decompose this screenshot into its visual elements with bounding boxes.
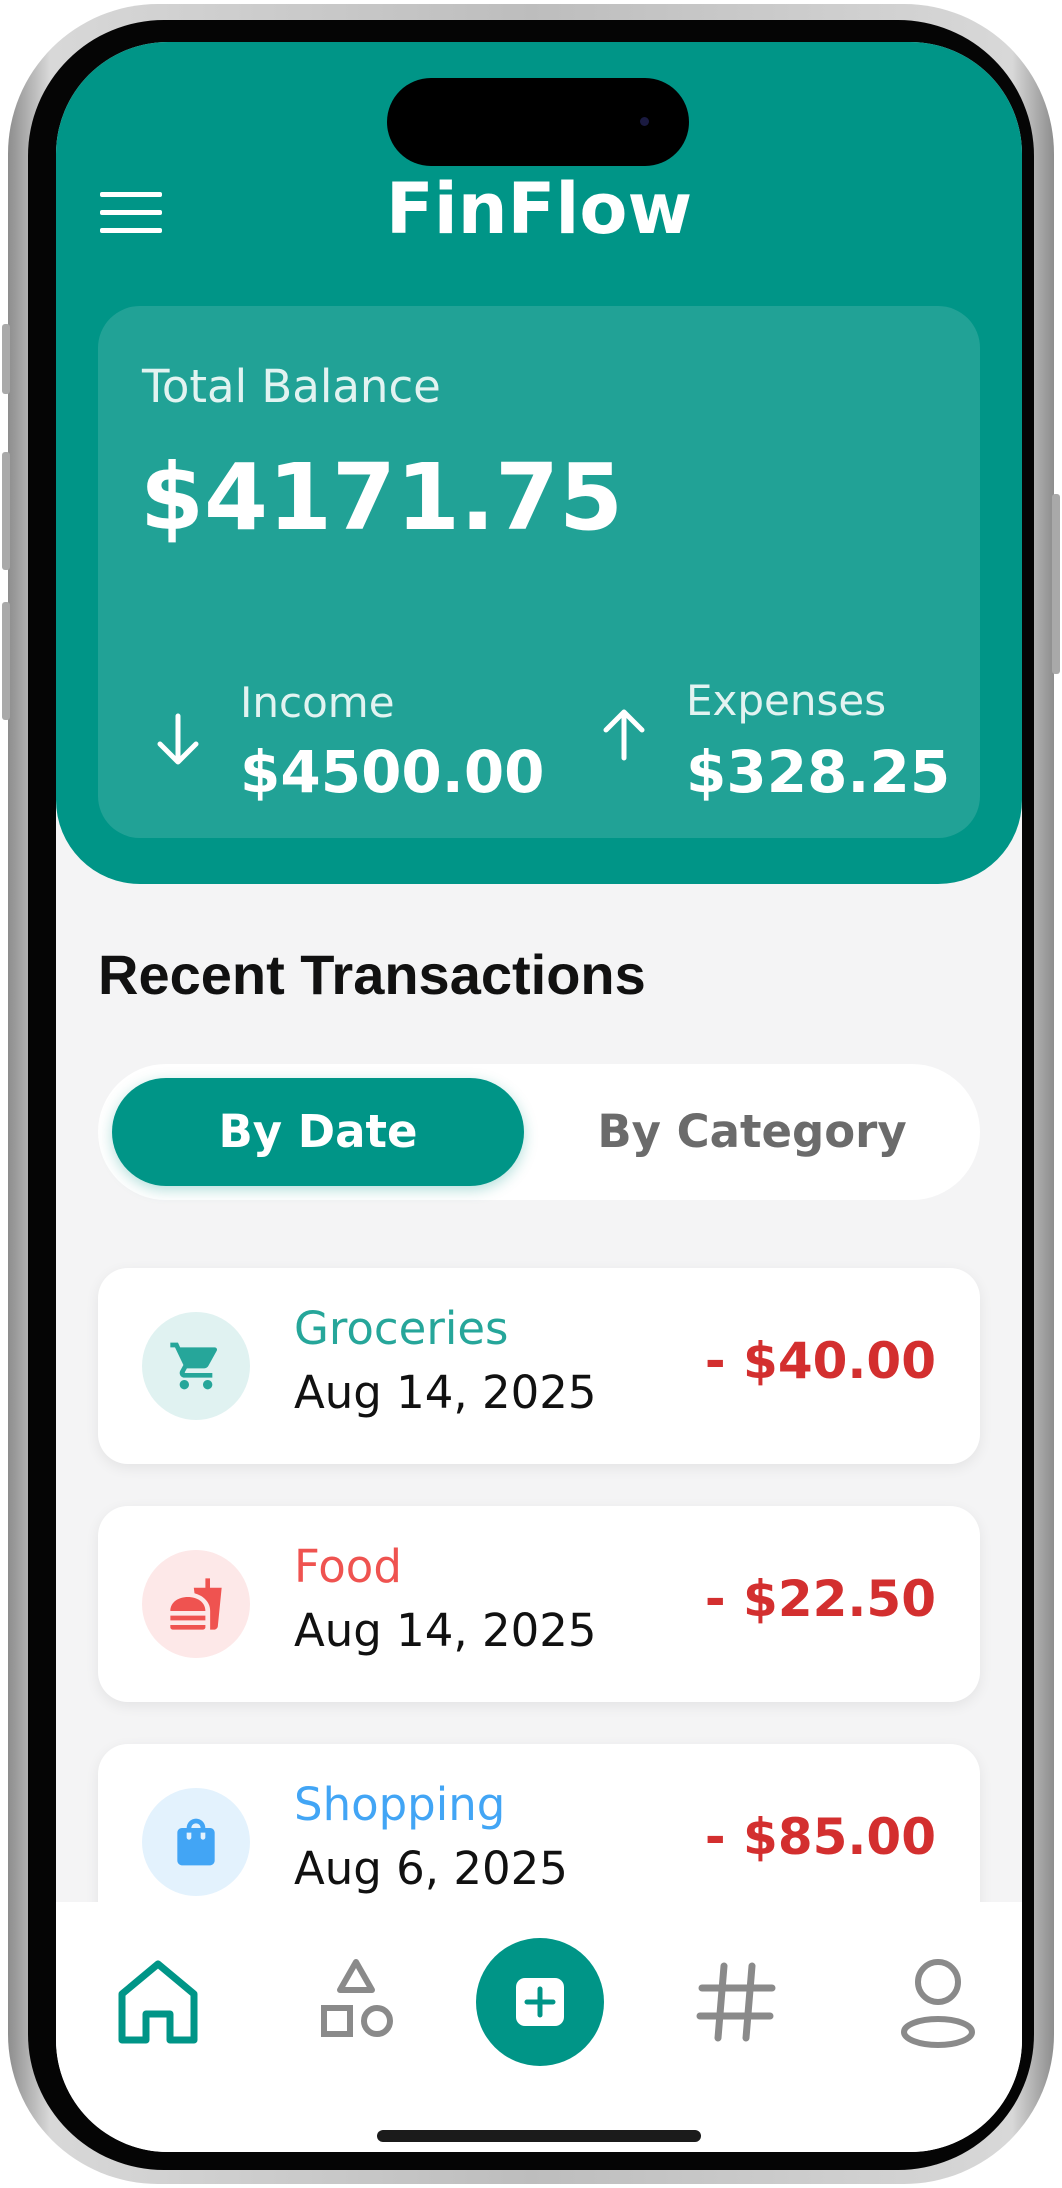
bottom-nav [56,1902,1022,2152]
volume-up-button [2,452,10,570]
home-indicator[interactable] [377,2130,701,2142]
transaction-amount: - $22.50 [704,1570,936,1628]
add-transaction-button[interactable] [476,1938,604,2066]
transaction-amount: - $40.00 [704,1332,936,1390]
transaction-category: Food [294,1540,402,1593]
add-icon [516,1978,564,2026]
transaction-category: Groceries [294,1302,509,1355]
phone-frame: FinFlow Total Balance $4171.75 Income $4… [2,4,1060,2184]
transaction-icon [142,1550,250,1658]
transaction-amount: - $85.00 [704,1808,936,1866]
expenses-value: $328.25 [686,738,951,806]
transaction-date: Aug 14, 2025 [294,1366,597,1419]
recent-transactions-title: Recent Transactions [98,943,646,1006]
income-value: $4500.00 [240,738,545,806]
transaction-row[interactable]: Groceries Aug 14, 2025 - $40.00 [98,1268,980,1464]
shopping-cart-icon [170,1342,218,1390]
hashtag-icon[interactable] [686,1952,786,2052]
balance-card: Total Balance $4171.75 Income $4500.00 E… [98,306,980,838]
total-balance-label: Total Balance [142,360,441,413]
transaction-category: Shopping [294,1778,506,1831]
app-screen: FinFlow Total Balance $4171.75 Income $4… [56,42,1022,2152]
front-camera [640,117,649,126]
categories-icon[interactable] [306,1952,406,2052]
arrow-down-icon [157,713,199,765]
income-label: Income [240,678,395,727]
fastfood-icon [170,1578,222,1630]
app-header: FinFlow Total Balance $4171.75 Income $4… [56,42,1022,884]
shopping-bag-icon [177,1818,215,1866]
transaction-view-toggle: By Date By Category [98,1064,980,1200]
profile-icon[interactable] [888,1952,988,2052]
dynamic-island [387,78,689,166]
tab-by-date[interactable]: By Date [112,1078,524,1186]
arrow-up-icon [603,709,645,761]
tab-by-category[interactable]: By Category [538,1078,966,1186]
transaction-date: Aug 14, 2025 [294,1604,597,1657]
transaction-date: Aug 6, 2025 [294,1842,568,1895]
transaction-icon [142,1312,250,1420]
volume-down-button [2,602,10,720]
transaction-row[interactable]: Food Aug 14, 2025 - $22.50 [98,1506,980,1702]
action-button [2,324,10,394]
total-balance-value: $4171.75 [140,444,624,551]
app-title: FinFlow [385,168,693,250]
transaction-icon [142,1788,250,1896]
expenses-label: Expenses [686,676,887,725]
power-button [1052,494,1060,674]
home-icon[interactable] [108,1952,208,2052]
